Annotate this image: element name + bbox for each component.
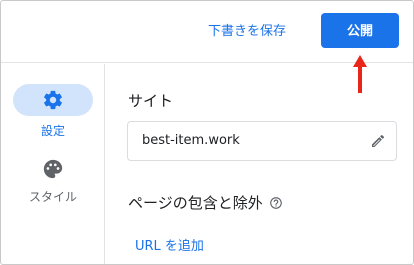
pencil-icon[interactable] (370, 133, 386, 149)
gear-icon (44, 90, 62, 110)
site-section-title: サイト (128, 92, 174, 110)
palette-icon (43, 159, 63, 179)
site-url-field[interactable]: best-item.work (127, 121, 397, 161)
sidebar-item-style[interactable]: スタイル (1, 156, 105, 205)
sidebar-item-label: 設定 (40, 124, 65, 138)
site-url-value: best-item.work (142, 133, 240, 148)
pages-section-title: ページの包含と除外 (128, 192, 283, 213)
settings-panel: 下書きを保存 公開 設定 スタイル サイト best-item.work ページ… (0, 0, 414, 265)
top-bar: 下書きを保存 公開 (1, 1, 413, 63)
sidebar-item-settings[interactable]: 設定 (1, 84, 105, 139)
save-draft-button[interactable]: 下書きを保存 (208, 21, 286, 43)
main-content: サイト best-item.work ページの包含と除外 URL を追加 (106, 64, 413, 264)
sidebar-item-label: スタイル (28, 190, 77, 204)
pages-section-label: ページの包含と除外 (128, 194, 263, 212)
sidebar: 設定 スタイル (1, 64, 105, 264)
active-indicator (13, 84, 93, 116)
help-icon[interactable] (269, 196, 283, 210)
add-url-link[interactable]: URL を追加 (135, 235, 204, 254)
publish-button[interactable]: 公開 (321, 13, 399, 48)
